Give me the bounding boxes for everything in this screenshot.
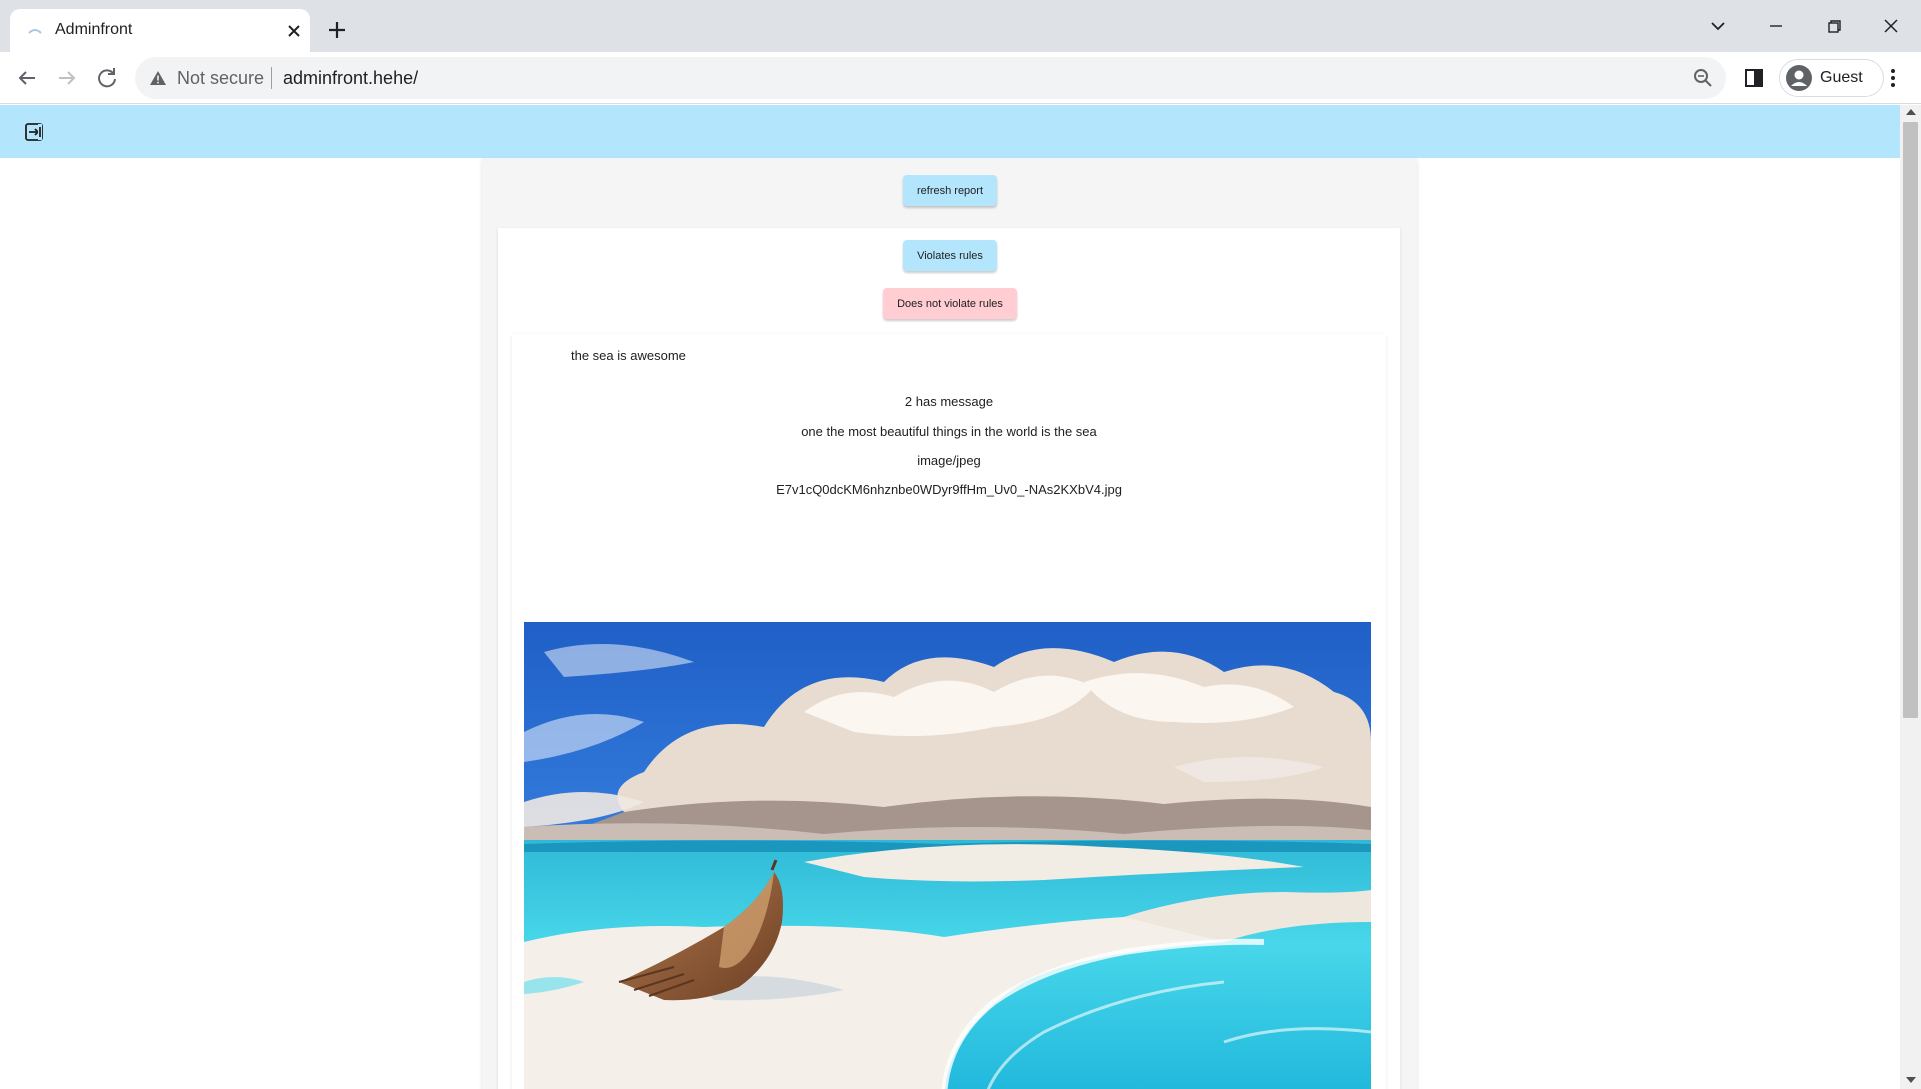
- forward-icon[interactable]: [53, 64, 81, 92]
- profile-icon: [1786, 65, 1812, 91]
- tab-title: Adminfront: [55, 21, 133, 38]
- tab-close-icon[interactable]: [284, 21, 304, 41]
- browser-toolbar: Not secure adminfront.hehe/ Guest: [0, 52, 1921, 104]
- refresh-report-button[interactable]: refresh report: [903, 175, 997, 206]
- not-secure-label[interactable]: Not secure: [177, 68, 264, 89]
- new-tab-icon[interactable]: [325, 18, 349, 42]
- reload-icon[interactable]: [93, 64, 121, 92]
- profile-name: Guest: [1820, 69, 1863, 86]
- app-toolbar: [0, 105, 1900, 158]
- restore-icon[interactable]: [1822, 14, 1846, 38]
- beach-boat-image: [524, 622, 1371, 1089]
- tab-search-icon[interactable]: [1706, 14, 1730, 38]
- post-image: [524, 622, 1371, 1089]
- vertical-scrollbar[interactable]: [1900, 105, 1921, 1089]
- menu-icon[interactable]: [1882, 67, 1904, 89]
- browser-tab[interactable]: Adminfront: [10, 9, 310, 52]
- scroll-thumb[interactable]: [1903, 122, 1918, 718]
- omnibox-divider: [271, 67, 272, 89]
- logout-icon[interactable]: [24, 122, 44, 142]
- browser-tabstrip: Adminfront: [0, 0, 1921, 52]
- message-text: one the most beautiful things in the wor…: [801, 424, 1097, 439]
- minimize-icon[interactable]: [1764, 14, 1788, 38]
- page-viewport: refresh report Violates rules Does not v…: [0, 105, 1921, 1089]
- side-panel-icon[interactable]: [1743, 67, 1765, 89]
- zoom-icon[interactable]: [1692, 67, 1714, 89]
- does-not-violate-button[interactable]: Does not violate rules: [883, 288, 1017, 319]
- url-text[interactable]: adminfront.hehe/: [283, 68, 418, 89]
- window-close-icon[interactable]: [1879, 14, 1903, 38]
- tab-favicon-icon: [28, 29, 42, 34]
- scroll-down-arrow-icon[interactable]: [1906, 1077, 1916, 1083]
- address-bar[interactable]: Not secure adminfront.hehe/: [135, 57, 1726, 99]
- report-panel: refresh report Violates rules Does not v…: [482, 158, 1417, 1089]
- warning-icon[interactable]: [149, 69, 167, 87]
- post-text: the sea is awesome: [571, 348, 686, 363]
- report-card: Violates rules Does not violate rules th…: [498, 228, 1400, 1089]
- message-count: 2 has message: [904, 394, 994, 409]
- scroll-up-arrow-icon[interactable]: [1906, 109, 1916, 115]
- violates-rules-button[interactable]: Violates rules: [903, 240, 997, 271]
- profile-button[interactable]: Guest: [1779, 59, 1884, 97]
- post-content: the sea is awesome 2 has message one the…: [512, 334, 1386, 1089]
- back-icon[interactable]: [13, 64, 41, 92]
- file-name: E7v1cQ0dcKM6nhznbe0WDyr9ffHm_Uv0_-NAs2KX…: [776, 482, 1122, 497]
- mime-type: image/jpeg: [917, 453, 981, 468]
